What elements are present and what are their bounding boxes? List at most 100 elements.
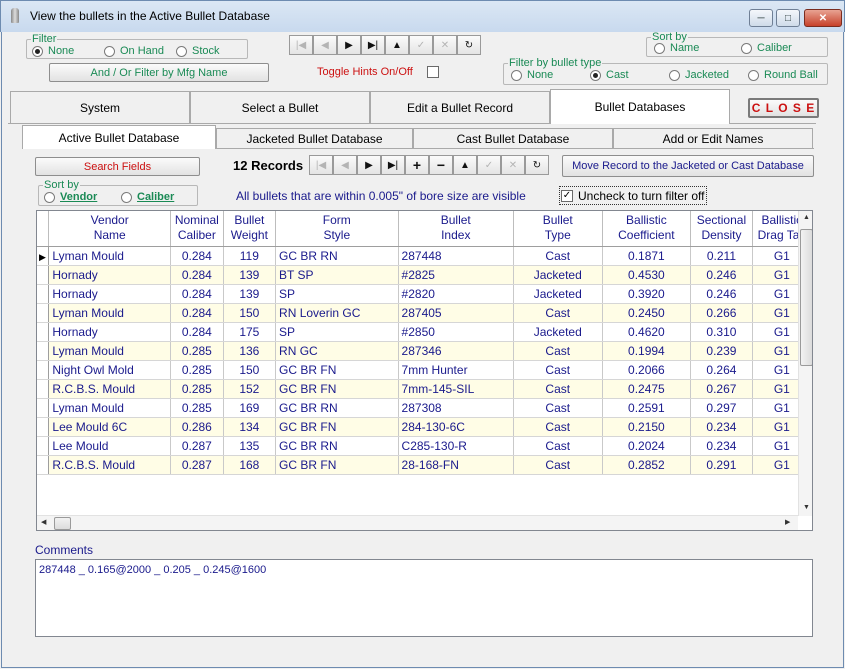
maximize-button[interactable]: □: [776, 9, 800, 27]
subtab-active-bullet-db[interactable]: Active Bullet Database: [22, 125, 216, 149]
search-fields-button[interactable]: Search Fields: [35, 157, 200, 176]
table-cell[interactable]: Cast: [513, 436, 603, 456]
delete-record-button[interactable]: −: [429, 155, 453, 175]
tab-bullet-databases[interactable]: Bullet Databases: [550, 89, 730, 124]
table-cell[interactable]: SP: [275, 322, 399, 342]
subtab-jacketed-bullet-db[interactable]: Jacketed Bullet Database: [216, 128, 413, 148]
refresh-button[interactable]: ↻: [525, 155, 549, 175]
table-cell[interactable]: RN Loverin GC: [275, 303, 399, 323]
table-cell[interactable]: R.C.B.S. Mould: [48, 455, 171, 475]
col-header-caliber[interactable]: Nominal Caliber: [170, 211, 224, 247]
col-header-index[interactable]: Bullet Index: [398, 211, 515, 247]
table-cell[interactable]: 287448: [398, 246, 515, 266]
scroll-down-icon[interactable]: ▼: [803, 504, 810, 511]
table-row[interactable]: Lyman Mould 0.284 150 RN Loverin GC 287405 Ca…: [37, 303, 812, 323]
table-cell[interactable]: C285-130-R: [398, 436, 515, 456]
table-cell[interactable]: 152: [223, 379, 277, 399]
table-cell[interactable]: 287405: [398, 303, 515, 323]
table-cell[interactable]: 0.2066: [602, 360, 692, 380]
table-cell[interactable]: 0.4530: [602, 265, 692, 285]
table-cell[interactable]: 0.310: [690, 322, 753, 342]
table-cell[interactable]: GC BR FN: [275, 455, 399, 475]
table-cell[interactable]: 168: [223, 455, 277, 475]
mfg-filter-button[interactable]: And / Or Filter by Mfg Name: [49, 63, 269, 82]
table-cell[interactable]: 0.284: [170, 284, 224, 304]
table-cell[interactable]: GC BR FN: [275, 379, 399, 399]
window-close-button[interactable]: ✕: [804, 9, 842, 27]
col-header-weight[interactable]: Bullet Weight: [223, 211, 277, 247]
row-indicator[interactable]: [37, 341, 50, 361]
first-record-button[interactable]: |◀: [309, 155, 333, 175]
table-cell[interactable]: Cast: [513, 398, 603, 418]
table-row[interactable]: ▶ Lyman Mould 0.284 119 GC BR RN 287448 Cast 0.…: [37, 246, 812, 266]
row-indicator[interactable]: [37, 417, 50, 437]
filter-radio-stock[interactable]: Stock: [176, 45, 220, 57]
edit-record-button[interactable]: ▲: [453, 155, 477, 175]
table-cell[interactable]: 139: [223, 265, 277, 285]
insert-record-button[interactable]: +: [405, 155, 429, 175]
sort-radio-caliber[interactable]: Caliber: [741, 42, 792, 54]
table-cell[interactable]: 0.285: [170, 379, 224, 399]
table-cell[interactable]: 0.264: [690, 360, 753, 380]
row-indicator[interactable]: [37, 455, 50, 475]
table-cell[interactable]: Hornady: [48, 265, 171, 285]
next-record-button[interactable]: ▶: [357, 155, 381, 175]
table-cell[interactable]: Cast: [513, 417, 603, 437]
table-cell[interactable]: 0.291: [690, 455, 753, 475]
minimize-button[interactable]: ─: [749, 9, 773, 27]
filter-radio-none[interactable]: None: [32, 45, 74, 57]
table-cell[interactable]: 0.2475: [602, 379, 692, 399]
table-cell[interactable]: GC BR RN: [275, 398, 399, 418]
col-header-type[interactable]: Bullet Type: [513, 211, 603, 247]
last-record-button[interactable]: ▶|: [361, 35, 385, 55]
tab-system[interactable]: System: [10, 91, 190, 123]
table-cell[interactable]: 287308: [398, 398, 515, 418]
table-cell[interactable]: Cast: [513, 379, 603, 399]
table-cell[interactable]: Lyman Mould: [48, 303, 171, 323]
table-cell[interactable]: 0.234: [690, 417, 753, 437]
table-cell[interactable]: 175: [223, 322, 277, 342]
table-cell[interactable]: 0.287: [170, 455, 224, 475]
tab-edit-bullet-record[interactable]: Edit a Bullet Record: [370, 91, 550, 123]
table-row[interactable]: Lyman Mould 0.285 136 RN GC 287346 Cast 0.1994…: [37, 341, 812, 361]
table-cell[interactable]: 0.284: [170, 303, 224, 323]
row-indicator[interactable]: ▶: [37, 246, 50, 266]
table-cell[interactable]: Lyman Mould: [48, 246, 171, 266]
table-cell[interactable]: 0.286: [170, 417, 224, 437]
table-cell[interactable]: 0.2852: [602, 455, 692, 475]
row-indicator[interactable]: [37, 398, 50, 418]
col-header-bc[interactable]: Ballistic Coefficient: [602, 211, 692, 247]
tab-select-bullet[interactable]: Select a Bullet: [190, 91, 370, 123]
table-cell[interactable]: #2820: [398, 284, 515, 304]
grid-sort-radio-caliber[interactable]: Caliber: [121, 191, 174, 203]
toggle-hints-checkbox[interactable]: [427, 66, 439, 78]
table-cell[interactable]: 0.285: [170, 341, 224, 361]
table-row[interactable]: Hornady 0.284 175 SP #2850 Jacketed 0.4620 0.31…: [37, 322, 812, 342]
table-cell[interactable]: 0.2450: [602, 303, 692, 323]
row-indicator[interactable]: [37, 265, 50, 285]
col-header-form[interactable]: Form Style: [275, 211, 399, 247]
filter-checkbox[interactable]: ✓: [561, 190, 573, 202]
table-cell[interactable]: GC BR RN: [275, 246, 399, 266]
post-record-button[interactable]: ✓: [409, 35, 433, 55]
table-row[interactable]: Lee Mould 0.287 135 GC BR RN C285-130-R Cast 0…: [37, 436, 812, 456]
row-indicator[interactable]: [37, 322, 50, 342]
subtab-cast-bullet-db[interactable]: Cast Bullet Database: [413, 128, 613, 148]
table-cell[interactable]: Lyman Mould: [48, 341, 171, 361]
grid-horizontal-scrollbar[interactable]: ◀ ▶: [37, 515, 798, 530]
table-row[interactable]: R.C.B.S. Mould 0.285 152 GC BR FN 7mm-145-SI…: [37, 379, 812, 399]
table-cell[interactable]: 0.2591: [602, 398, 692, 418]
row-indicator[interactable]: [37, 303, 50, 323]
table-cell[interactable]: 0.211: [690, 246, 753, 266]
type-radio-round-ball[interactable]: Round Ball: [748, 69, 818, 81]
table-cell[interactable]: 135: [223, 436, 277, 456]
cancel-record-button[interactable]: ✕: [433, 35, 457, 55]
table-row[interactable]: Hornady 0.284 139 BT SP #2825 Jacketed 0.4530 0…: [37, 265, 812, 285]
scroll-left-icon[interactable]: ◀: [41, 518, 46, 526]
table-cell[interactable]: Lee Mould: [48, 436, 171, 456]
vertical-scroll-thumb[interactable]: [800, 229, 812, 366]
first-record-button[interactable]: |◀: [289, 35, 313, 55]
table-cell[interactable]: 0.2150: [602, 417, 692, 437]
table-cell[interactable]: 0.285: [170, 360, 224, 380]
table-cell[interactable]: Lyman Mould: [48, 398, 171, 418]
